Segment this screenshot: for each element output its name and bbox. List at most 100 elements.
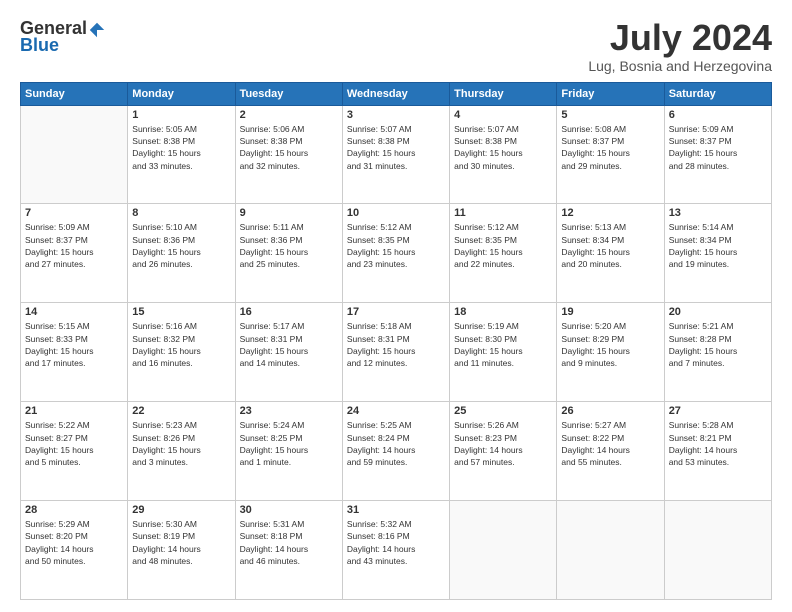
day-info: Sunrise: 5:23 AM Sunset: 8:26 PM Dayligh… [132, 419, 230, 468]
day-number: 7 [25, 207, 123, 219]
table-row: 9 Sunrise: 5:11 AM Sunset: 8:36 PM Daylig… [235, 204, 342, 303]
table-row [450, 501, 557, 600]
day-number: 5 [561, 109, 659, 121]
week-row-2: 14 Sunrise: 5:15 AM Sunset: 8:33 PM Dayli… [21, 303, 772, 402]
table-row: 26Sunrise: 5:27 AM Sunset: 8:22 PM Dayli… [557, 402, 664, 501]
day-number: 6 [669, 109, 767, 121]
day-info: Sunrise: 5:18 AM Sunset: 8:31 PM Dayligh… [347, 320, 445, 369]
day-info: Sunrise: 5:09 AM Sunset: 8:37 PM Dayligh… [25, 221, 123, 270]
day-info: Sunrise: 5:26 AM Sunset: 8:23 PM Dayligh… [454, 419, 552, 468]
day-number: 9 [240, 207, 338, 219]
week-row-4: 28Sunrise: 5:29 AM Sunset: 8:20 PM Dayli… [21, 501, 772, 600]
logo-icon [88, 21, 106, 39]
day-info: Sunrise: 5:06 AM Sunset: 8:38 PM Dayligh… [240, 123, 338, 172]
day-number: 31 [347, 504, 445, 516]
day-info: Sunrise: 5:07 AM Sunset: 8:38 PM Dayligh… [347, 123, 445, 172]
table-row [664, 501, 771, 600]
day-number: 13 [669, 207, 767, 219]
col-sunday: Sunday [21, 82, 128, 105]
calendar-table: Sunday Monday Tuesday Wednesday Thursday… [20, 82, 772, 600]
day-info: Sunrise: 5:12 AM Sunset: 8:35 PM Dayligh… [347, 221, 445, 270]
col-wednesday: Wednesday [342, 82, 449, 105]
table-row: 25 Sunrise: 5:26 AM Sunset: 8:23 PM Dayli… [450, 402, 557, 501]
day-number: 21 [25, 405, 123, 417]
table-row: 4 Sunrise: 5:07 AM Sunset: 8:38 PM Daylig… [450, 105, 557, 204]
day-number: 26 [561, 405, 659, 417]
day-number: 16 [240, 306, 338, 318]
logo: General Blue [20, 18, 106, 56]
table-row: 7 Sunrise: 5:09 AM Sunset: 8:37 PM Daylig… [21, 204, 128, 303]
day-info: Sunrise: 5:22 AM Sunset: 8:27 PM Dayligh… [25, 419, 123, 468]
day-info: Sunrise: 5:24 AM Sunset: 8:25 PM Dayligh… [240, 419, 338, 468]
day-number: 25 [454, 405, 552, 417]
page: General Blue July 2024 Lug, Bosnia and H… [0, 0, 792, 612]
day-number: 12 [561, 207, 659, 219]
table-row: 10Sunrise: 5:12 AM Sunset: 8:35 PM Dayli… [342, 204, 449, 303]
table-row: 22 Sunrise: 5:23 AM Sunset: 8:26 PM Dayli… [128, 402, 235, 501]
table-row [21, 105, 128, 204]
week-row-0: 1Sunrise: 5:05 AM Sunset: 8:38 PM Daylig… [21, 105, 772, 204]
day-number: 8 [132, 207, 230, 219]
table-row: 14 Sunrise: 5:15 AM Sunset: 8:33 PM Dayli… [21, 303, 128, 402]
table-row: 3 Sunrise: 5:07 AM Sunset: 8:38 PM Daylig… [342, 105, 449, 204]
day-number: 2 [240, 109, 338, 121]
day-info: Sunrise: 5:20 AM Sunset: 8:29 PM Dayligh… [561, 320, 659, 369]
day-number: 19 [561, 306, 659, 318]
day-info: Sunrise: 5:28 AM Sunset: 8:21 PM Dayligh… [669, 419, 767, 468]
day-info: Sunrise: 5:09 AM Sunset: 8:37 PM Dayligh… [669, 123, 767, 172]
day-number: 22 [132, 405, 230, 417]
table-row: 27 Sunrise: 5:28 AM Sunset: 8:21 PM Dayli… [664, 402, 771, 501]
day-number: 4 [454, 109, 552, 121]
day-info: Sunrise: 5:16 AM Sunset: 8:32 PM Dayligh… [132, 320, 230, 369]
day-number: 11 [454, 207, 552, 219]
table-row: 2 Sunrise: 5:06 AM Sunset: 8:38 PM Daylig… [235, 105, 342, 204]
day-info: Sunrise: 5:07 AM Sunset: 8:38 PM Dayligh… [454, 123, 552, 172]
day-number: 14 [25, 306, 123, 318]
day-info: Sunrise: 5:13 AM Sunset: 8:34 PM Dayligh… [561, 221, 659, 270]
table-row: 24Sunrise: 5:25 AM Sunset: 8:24 PM Dayli… [342, 402, 449, 501]
col-thursday: Thursday [450, 82, 557, 105]
table-row: 20Sunrise: 5:21 AM Sunset: 8:28 PM Dayli… [664, 303, 771, 402]
subtitle: Lug, Bosnia and Herzegovina [588, 58, 772, 74]
table-row: 21 Sunrise: 5:22 AM Sunset: 8:27 PM Dayli… [21, 402, 128, 501]
day-info: Sunrise: 5:08 AM Sunset: 8:37 PM Dayligh… [561, 123, 659, 172]
week-row-3: 21 Sunrise: 5:22 AM Sunset: 8:27 PM Dayli… [21, 402, 772, 501]
day-number: 28 [25, 504, 123, 516]
table-row: 5 Sunrise: 5:08 AM Sunset: 8:37 PM Daylig… [557, 105, 664, 204]
col-friday: Friday [557, 82, 664, 105]
col-saturday: Saturday [664, 82, 771, 105]
table-row: 8Sunrise: 5:10 AM Sunset: 8:36 PM Daylig… [128, 204, 235, 303]
day-info: Sunrise: 5:31 AM Sunset: 8:18 PM Dayligh… [240, 518, 338, 567]
table-row: 28Sunrise: 5:29 AM Sunset: 8:20 PM Dayli… [21, 501, 128, 600]
title-block: July 2024 Lug, Bosnia and Herzegovina [588, 18, 772, 74]
day-number: 17 [347, 306, 445, 318]
day-number: 24 [347, 405, 445, 417]
table-row: 23Sunrise: 5:24 AM Sunset: 8:25 PM Dayli… [235, 402, 342, 501]
week-row-1: 7 Sunrise: 5:09 AM Sunset: 8:37 PM Daylig… [21, 204, 772, 303]
table-row: 1Sunrise: 5:05 AM Sunset: 8:38 PM Daylig… [128, 105, 235, 204]
table-row: 15 Sunrise: 5:16 AM Sunset: 8:32 PM Dayli… [128, 303, 235, 402]
col-tuesday: Tuesday [235, 82, 342, 105]
table-row [557, 501, 664, 600]
day-info: Sunrise: 5:11 AM Sunset: 8:36 PM Dayligh… [240, 221, 338, 270]
day-info: Sunrise: 5:32 AM Sunset: 8:16 PM Dayligh… [347, 518, 445, 567]
table-row: 29Sunrise: 5:30 AM Sunset: 8:19 PM Dayli… [128, 501, 235, 600]
day-info: Sunrise: 5:15 AM Sunset: 8:33 PM Dayligh… [25, 320, 123, 369]
logo-blue: Blue [20, 35, 59, 56]
col-monday: Monday [128, 82, 235, 105]
table-row: 6 Sunrise: 5:09 AM Sunset: 8:37 PM Daylig… [664, 105, 771, 204]
day-number: 3 [347, 109, 445, 121]
table-row: 18Sunrise: 5:19 AM Sunset: 8:30 PM Dayli… [450, 303, 557, 402]
table-row: 31 Sunrise: 5:32 AM Sunset: 8:16 PM Dayli… [342, 501, 449, 600]
day-info: Sunrise: 5:17 AM Sunset: 8:31 PM Dayligh… [240, 320, 338, 369]
calendar-header-row: Sunday Monday Tuesday Wednesday Thursday… [21, 82, 772, 105]
day-number: 15 [132, 306, 230, 318]
table-row: 12 Sunrise: 5:13 AM Sunset: 8:34 PM Dayli… [557, 204, 664, 303]
table-row: 30Sunrise: 5:31 AM Sunset: 8:18 PM Dayli… [235, 501, 342, 600]
table-row: 19 Sunrise: 5:20 AM Sunset: 8:29 PM Dayli… [557, 303, 664, 402]
table-row: 17 Sunrise: 5:18 AM Sunset: 8:31 PM Dayli… [342, 303, 449, 402]
day-number: 27 [669, 405, 767, 417]
header: General Blue July 2024 Lug, Bosnia and H… [20, 18, 772, 74]
day-number: 1 [132, 109, 230, 121]
day-info: Sunrise: 5:30 AM Sunset: 8:19 PM Dayligh… [132, 518, 230, 567]
